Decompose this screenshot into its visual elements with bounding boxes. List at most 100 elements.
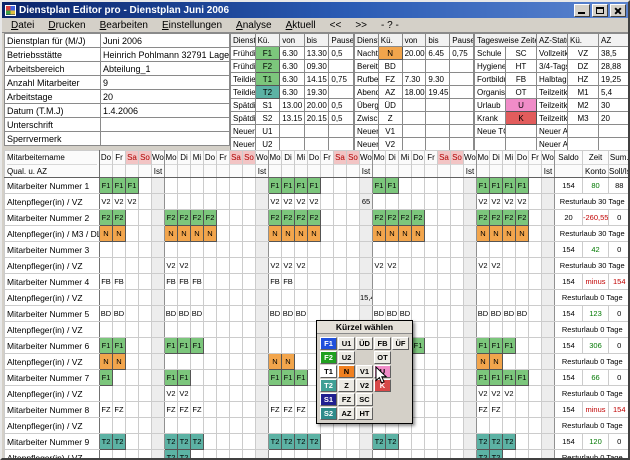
roster-day-cell[interactable] — [216, 257, 230, 274]
employee-qual-cell[interactable]: Altenpfleger(in) / VZ — [4, 289, 100, 306]
code-button-n[interactable]: N — [338, 365, 355, 378]
roster-day-cell[interactable] — [125, 273, 139, 290]
roster-day-cell[interactable] — [229, 321, 243, 338]
roster-day-cell[interactable] — [320, 225, 334, 242]
roster-day-cell[interactable]: N — [112, 225, 126, 242]
roster-day-cell[interactable] — [515, 353, 529, 370]
roster-day-cell[interactable] — [424, 209, 438, 226]
roster-day-cell[interactable] — [203, 305, 217, 322]
roster-day-cell[interactable] — [372, 241, 386, 258]
roster-day-cell[interactable] — [424, 321, 438, 338]
tgw-name-cell[interactable]: Fortbildung — [474, 72, 506, 86]
roster-day-cell[interactable] — [125, 417, 139, 434]
dienst-von-cell[interactable] — [401, 137, 427, 150]
roster-day-cell[interactable] — [372, 289, 386, 306]
dienst-pause-cell[interactable] — [449, 98, 474, 112]
menu-item-nav[interactable]: - ? - — [374, 20, 406, 31]
form-value-field[interactable] — [100, 117, 230, 132]
roster-day-cell[interactable] — [138, 209, 152, 226]
roster-day-cell[interactable] — [528, 209, 542, 226]
roster-day-cell[interactable]: BD — [515, 305, 529, 322]
roster-day-cell[interactable] — [125, 369, 139, 386]
roster-day-cell[interactable]: F1 — [502, 177, 516, 194]
roster-day-cell[interactable] — [515, 289, 529, 306]
dienst-bis-cell[interactable] — [425, 124, 451, 138]
az-hours-cell[interactable]: 5,4 — [598, 85, 628, 99]
roster-day-cell[interactable]: T2 — [99, 433, 113, 450]
roster-day-cell[interactable] — [502, 401, 516, 418]
code-button-üf[interactable]: ÜF — [392, 337, 409, 350]
roster-day-cell[interactable] — [398, 289, 412, 306]
roster-day-cell[interactable] — [190, 177, 204, 194]
tgw-code-chip[interactable]: K — [505, 111, 537, 125]
employee-name-cell[interactable]: Mitarbeiter Nummer 6 — [4, 337, 100, 354]
employee-qual-cell[interactable]: Altenpfleger(in) / VZ — [4, 353, 100, 370]
az-status-name-cell[interactable]: Vollzeitkraft — [536, 46, 568, 60]
roster-day-cell[interactable] — [281, 417, 295, 434]
roster-day-cell[interactable] — [450, 321, 464, 338]
roster-day-cell[interactable]: F1 — [489, 369, 503, 386]
dienst-code-chip[interactable]: F2 — [254, 59, 281, 73]
roster-day-cell[interactable]: BD — [268, 305, 282, 322]
roster-day-cell[interactable] — [320, 257, 334, 274]
dienst-bis-cell[interactable]: 9.30 — [425, 72, 451, 86]
roster-day-cell[interactable] — [307, 273, 321, 290]
roster-day-cell[interactable]: T2 — [268, 433, 282, 450]
roster-day-cell[interactable] — [190, 353, 204, 370]
roster-day-cell[interactable] — [528, 321, 542, 338]
roster-day-cell[interactable] — [164, 177, 178, 194]
roster-day-cell[interactable] — [528, 193, 542, 210]
roster-day-cell[interactable] — [216, 353, 230, 370]
roster-day-cell[interactable]: BD — [112, 305, 126, 322]
roster-day-cell[interactable] — [203, 273, 217, 290]
roster-day-cell[interactable] — [112, 385, 126, 402]
roster-day-cell[interactable] — [489, 289, 503, 306]
dienst-name-cell[interactable]: Spätdienst — [230, 111, 256, 125]
roster-day-cell[interactable] — [502, 417, 516, 434]
dienst-von-cell[interactable]: 7.30 — [401, 72, 427, 86]
roster-day-cell[interactable] — [385, 193, 399, 210]
roster-day-cell[interactable]: F1 — [125, 177, 139, 194]
roster-day-cell[interactable] — [411, 193, 425, 210]
roster-day-cell[interactable]: FB — [177, 273, 191, 290]
roster-day-cell[interactable] — [216, 417, 230, 434]
roster-day-cell[interactable] — [372, 273, 386, 290]
roster-day-cell[interactable]: T2 — [177, 449, 191, 458]
roster-day-cell[interactable]: F1 — [502, 369, 516, 386]
roster-day-cell[interactable] — [125, 305, 139, 322]
roster-day-cell[interactable] — [411, 305, 425, 322]
roster-day-cell[interactable]: N — [281, 225, 295, 242]
code-button-fb[interactable]: FB — [374, 337, 391, 350]
roster-day-cell[interactable] — [294, 337, 308, 354]
roster-day-cell[interactable] — [138, 417, 152, 434]
roster-day-cell[interactable] — [411, 449, 425, 458]
roster-day-cell[interactable]: T2 — [177, 433, 191, 450]
dienst-von-cell[interactable] — [401, 98, 427, 112]
dienst-name-cell[interactable]: Neuer Dienst — [354, 137, 379, 150]
roster-day-cell[interactable]: FZ — [99, 401, 113, 418]
roster-day-cell[interactable] — [229, 369, 243, 386]
roster-day-cell[interactable] — [437, 337, 451, 354]
roster-day-cell[interactable] — [424, 369, 438, 386]
roster-day-cell[interactable] — [450, 305, 464, 322]
roster-day-cell[interactable] — [528, 385, 542, 402]
roster-day-cell[interactable]: V2 — [164, 257, 178, 274]
roster-day-cell[interactable] — [112, 321, 126, 338]
employee-qual-cell[interactable]: Altenpfleger(in) / VZ — [4, 449, 100, 458]
roster-day-cell[interactable] — [450, 193, 464, 210]
roster-day-cell[interactable] — [437, 225, 451, 242]
roster-day-cell[interactable] — [424, 337, 438, 354]
roster-day-cell[interactable] — [294, 289, 308, 306]
tgw-name-cell[interactable]: Urlaub — [474, 98, 506, 112]
form-value-field[interactable]: Abteilung_1 — [100, 61, 230, 76]
roster-day-cell[interactable]: V2 — [502, 385, 516, 402]
roster-day-cell[interactable]: FZ — [476, 401, 490, 418]
roster-day-cell[interactable] — [229, 225, 243, 242]
roster-day-cell[interactable] — [450, 273, 464, 290]
roster-day-cell[interactable]: T2 — [164, 449, 178, 458]
roster-day-cell[interactable]: N — [203, 225, 217, 242]
roster-day-cell[interactable] — [242, 193, 256, 210]
roster-day-cell[interactable] — [229, 273, 243, 290]
roster-day-cell[interactable] — [242, 337, 256, 354]
roster-day-cell[interactable] — [203, 241, 217, 258]
